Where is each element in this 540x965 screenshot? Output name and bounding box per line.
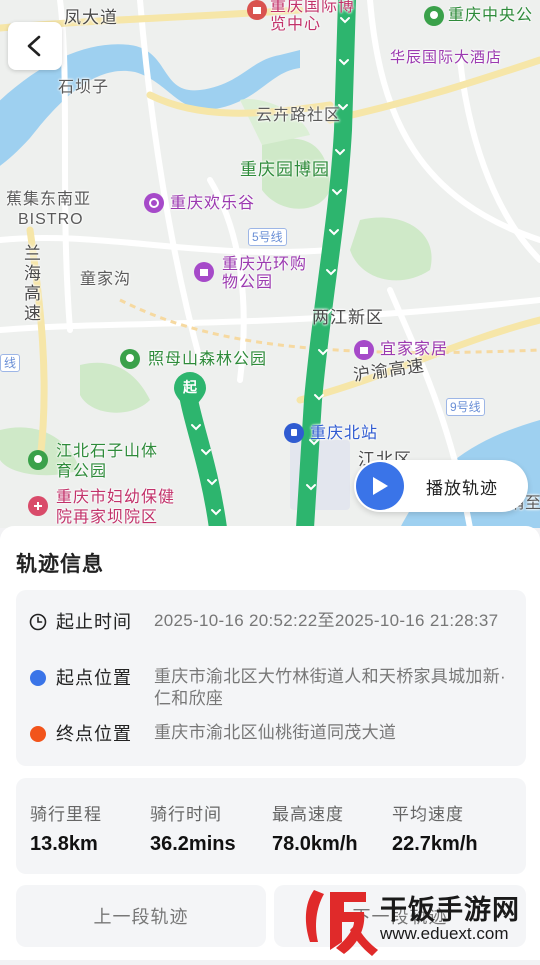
- end-dot-icon: [28, 724, 48, 744]
- stat-value: 78.0km/h: [272, 833, 358, 855]
- stat-max-speed: 最高速度 78.0km/h: [272, 800, 358, 856]
- ride-stats-card: 骑行里程 13.8km 骑行时间 36.2mins 最高速度 78.0km/h …: [16, 778, 526, 874]
- stat-label: 骑行里程: [30, 805, 102, 824]
- map-label-road: 凤大道: [64, 8, 118, 27]
- stat-value: 36.2mins: [150, 833, 236, 855]
- map-label-bistro-en: BISTRO: [18, 211, 84, 228]
- prev-track-button[interactable]: 上一段轨迹: [16, 885, 266, 947]
- sheet-title: 轨迹信息: [16, 553, 104, 576]
- play-track-label: 播放轨迹: [426, 478, 498, 498]
- stat-distance: 骑行里程 13.8km: [30, 800, 102, 856]
- map-label-forest-park: 照母山森林公园: [148, 351, 268, 368]
- stat-label: 最高速度: [272, 805, 344, 824]
- start-row: 起点位置 重庆市渝北区大竹林街道人和天桥家具城加新·仁和欣座: [28, 666, 518, 710]
- watermark-title: 干饭手游网: [380, 895, 520, 925]
- map-label-sports-park: 江北石子山体育公园: [56, 443, 159, 480]
- map-label-liangjiang: 两江新区: [312, 308, 384, 327]
- play-track-button[interactable]: 播放轨迹: [354, 460, 528, 512]
- metro-line-9: 9号线: [446, 398, 485, 416]
- stat-avg-speed: 平均速度 22.7km/h: [392, 800, 478, 856]
- store-icon: [354, 340, 374, 360]
- map-label-hospital: 重庆市妇幼保健院再家坝院区: [56, 489, 176, 526]
- map-label-happy-valley: 重庆欢乐谷: [170, 195, 256, 212]
- metro-line-label: 线: [0, 354, 21, 372]
- map-label-bistro: 蕉集东南亚: [6, 191, 92, 208]
- map-label-garden: 重庆园博园: [240, 160, 330, 179]
- end-value: 重庆市渝北区仙桃街道同茂大道: [154, 723, 397, 742]
- stat-value: 13.8km: [30, 833, 98, 855]
- stat-label: 骑行时间: [150, 805, 222, 824]
- map-label-central-park: 重庆中央公: [448, 7, 534, 24]
- stat-label: 平均速度: [392, 805, 464, 824]
- end-key: 终点位置: [56, 724, 132, 744]
- map-label-yunhuan: 云卉路社区: [256, 107, 342, 124]
- track-info-card: 起止时间 2025-10-16 20:52:22至2025-10-16 21:2…: [16, 590, 526, 766]
- map-label-expressway: 兰海高速: [24, 244, 42, 323]
- stat-duration: 骑行时间 36.2mins: [150, 800, 236, 856]
- start-marker[interactable]: 起: [172, 372, 208, 414]
- site-watermark: 干饭手游网 www.eduext.com: [296, 884, 540, 960]
- map-label-mall: 重庆光环购物公园: [222, 256, 308, 291]
- forest-park-icon: [120, 349, 140, 369]
- time-key: 起止时间: [56, 612, 132, 632]
- watermark-logo: [305, 890, 378, 956]
- map-label-museum: 重庆国际博览中心: [270, 0, 356, 33]
- start-value: 重庆市渝北区大竹林街道人和天桥家具城加新·仁和欣座: [154, 667, 506, 708]
- start-marker-label: 起: [183, 379, 197, 395]
- train-station-icon: [284, 423, 304, 443]
- chevron-left-icon: [27, 35, 41, 57]
- mall-icon: [194, 262, 214, 282]
- end-row: 终点位置 重庆市渝北区仙桃街道同茂大道: [28, 722, 518, 746]
- metro-line-5: 5号线: [248, 228, 287, 246]
- start-key: 起点位置: [56, 668, 132, 688]
- route-map[interactable]: 凤大道 重庆国际博览中心 重庆中央公 华辰国际大酒店 石坝子 云卉路社区 重庆园…: [0, 0, 540, 528]
- sports-park-icon: [28, 450, 48, 470]
- clock-icon: [28, 612, 48, 632]
- watermark-url: www.eduext.com: [380, 924, 509, 943]
- amusement-icon: [144, 193, 164, 213]
- park-icon: [424, 6, 444, 26]
- play-icon: [356, 462, 404, 510]
- map-label-tongjiagou: 童家沟: [80, 271, 132, 288]
- start-dot-icon: [28, 668, 48, 688]
- map-label-hotel: 华辰国际大酒店: [390, 49, 503, 66]
- map-label-shibazi: 石坝子: [58, 79, 110, 96]
- hospital-icon: [28, 496, 48, 516]
- back-button[interactable]: [8, 22, 62, 70]
- stat-value: 22.7km/h: [392, 833, 478, 855]
- museum-icon: [247, 0, 267, 20]
- map-label-station: 重庆北站: [310, 425, 379, 442]
- time-value: 2025-10-16 20:52:22至2025-10-16 21:28:37: [154, 611, 499, 630]
- time-row: 起止时间 2025-10-16 20:52:22至2025-10-16 21:2…: [28, 610, 518, 634]
